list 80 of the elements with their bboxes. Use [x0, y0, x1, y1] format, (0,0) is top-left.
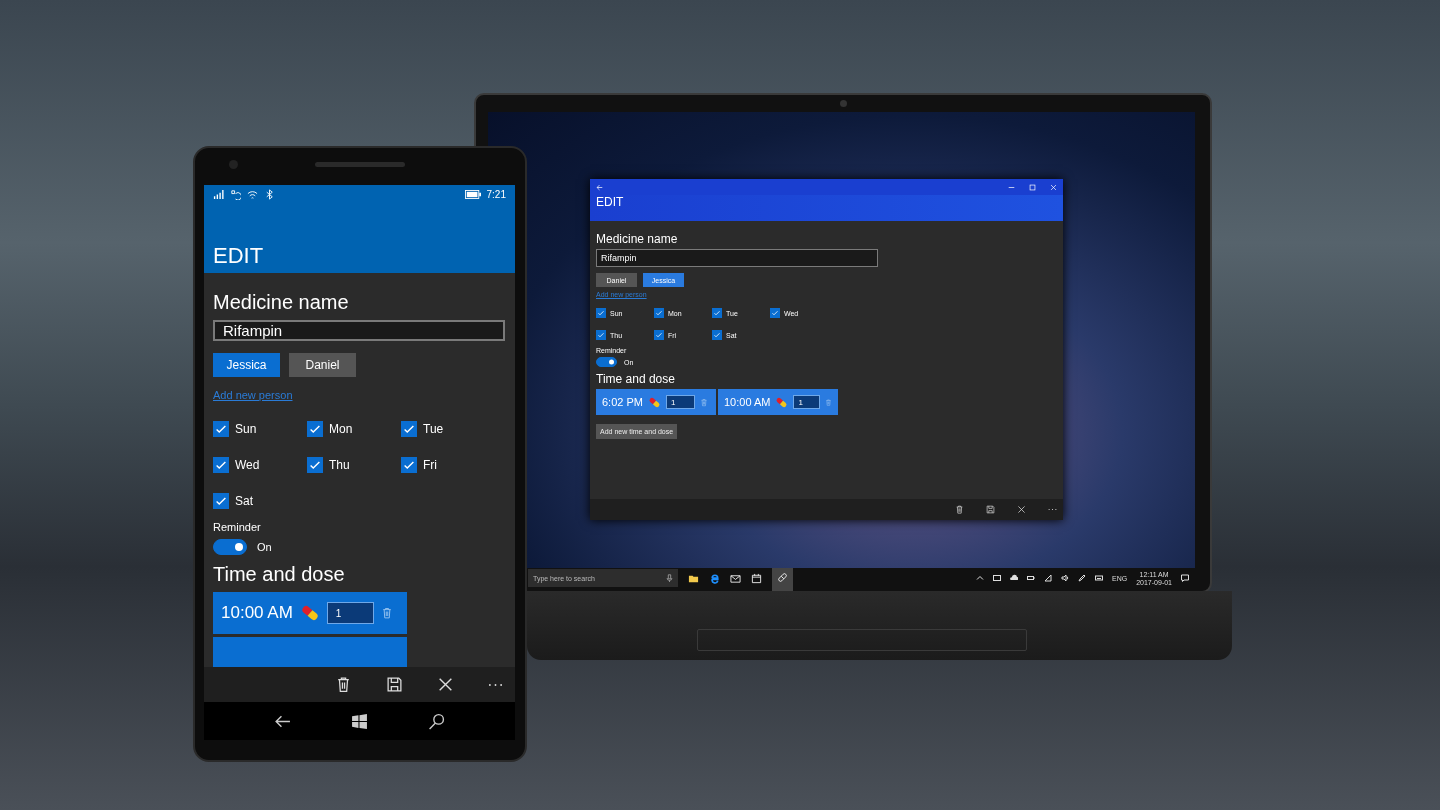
close-icon[interactable]	[1017, 505, 1026, 514]
close-icon[interactable]	[437, 676, 454, 693]
day-label: Mon	[329, 422, 353, 436]
notification-icon[interactable]	[1181, 574, 1189, 582]
dose-time[interactable]: 10:00 AM	[221, 603, 293, 623]
bluetooth-icon	[264, 188, 275, 200]
dose-time[interactable]: 6:02 PM	[602, 396, 643, 408]
checkbox[interactable]	[596, 308, 606, 318]
checkbox[interactable]	[213, 457, 229, 473]
checkbox[interactable]	[307, 421, 323, 437]
day-label: Sat	[235, 494, 253, 508]
section-heading: Time and dose	[213, 563, 345, 586]
checkbox[interactable]	[654, 308, 664, 318]
dose-field[interactable]: 1	[793, 395, 821, 409]
maximize-icon[interactable]	[1029, 183, 1036, 191]
field-label: Medicine name	[213, 291, 349, 314]
check-icon	[597, 309, 605, 317]
calendar-icon[interactable]	[751, 572, 762, 584]
checkbox[interactable]	[596, 330, 606, 340]
checkbox[interactable]	[770, 308, 780, 318]
windows-logo-icon[interactable]	[351, 712, 368, 730]
day-label: Fri	[423, 458, 437, 472]
page-title: EDIT	[595, 195, 625, 211]
field-label: Medicine name	[596, 232, 678, 246]
toggle-state: On	[257, 541, 272, 553]
checkbox[interactable]	[712, 330, 722, 340]
dose-time[interactable]: 10:00 AM	[724, 396, 771, 408]
save-icon[interactable]	[986, 505, 995, 514]
checkbox[interactable]	[654, 330, 664, 340]
reminder-toggle[interactable]	[213, 539, 247, 555]
check-icon	[655, 309, 663, 317]
day-label: Wed	[235, 458, 260, 472]
dose-field[interactable]: 1	[326, 602, 374, 624]
save-icon[interactable]	[386, 676, 403, 693]
keyboard-icon[interactable]	[1095, 574, 1103, 582]
checkbox[interactable]	[712, 308, 722, 318]
checkbox[interactable]	[401, 457, 417, 473]
trash-icon[interactable]	[955, 505, 964, 514]
chevron-up-icon[interactable]	[976, 574, 984, 582]
more-icon[interactable]	[488, 682, 503, 687]
pill-icon[interactable]	[777, 571, 788, 583]
camera-icon	[840, 100, 847, 107]
checkbox[interactable]	[213, 493, 229, 509]
pill-icon	[775, 395, 789, 409]
battery-icon[interactable]	[1027, 574, 1035, 582]
check-icon	[771, 309, 779, 317]
person-button[interactable]: Daniel	[289, 353, 356, 377]
check-icon	[655, 331, 663, 339]
checkbox[interactable]	[307, 457, 323, 473]
medicine-name-field[interactable]: Rifampin	[596, 249, 878, 267]
speaker-icon[interactable]	[1061, 574, 1069, 582]
medicine-name-field[interactable]: Rifampin	[213, 320, 505, 341]
section-heading: Time and dose	[596, 372, 675, 386]
reminder-label: Reminder	[213, 521, 261, 533]
search-icon[interactable]	[428, 712, 445, 730]
checkbox[interactable]	[401, 421, 417, 437]
microphone-icon[interactable]	[666, 574, 673, 582]
pill-icon	[647, 395, 661, 409]
mail-icon[interactable]	[730, 572, 741, 584]
signal-icon	[213, 188, 224, 200]
browser-icon[interactable]	[709, 572, 720, 584]
pill-icon	[299, 603, 320, 623]
check-icon	[713, 331, 721, 339]
trash-icon[interactable]	[335, 676, 352, 693]
checkbox[interactable]	[213, 421, 229, 437]
dose-field[interactable]: 1	[665, 395, 695, 409]
pen-icon[interactable]	[1078, 574, 1086, 582]
day-label: Tue	[423, 422, 444, 436]
check-icon	[713, 309, 721, 317]
day-label: Thu	[329, 458, 350, 472]
page-title: EDIT	[212, 243, 265, 270]
person-button[interactable]: Jessica	[213, 353, 280, 377]
more-icon[interactable]	[1048, 508, 1057, 511]
tablet-icon[interactable]	[993, 574, 1001, 582]
reminder-toggle[interactable]	[596, 357, 617, 367]
battery-icon	[464, 189, 481, 199]
day-label: Sun	[235, 422, 257, 436]
clock-time: 7:21	[486, 188, 506, 200]
cloud-icon[interactable]	[1010, 574, 1018, 582]
check-icon	[597, 331, 605, 339]
